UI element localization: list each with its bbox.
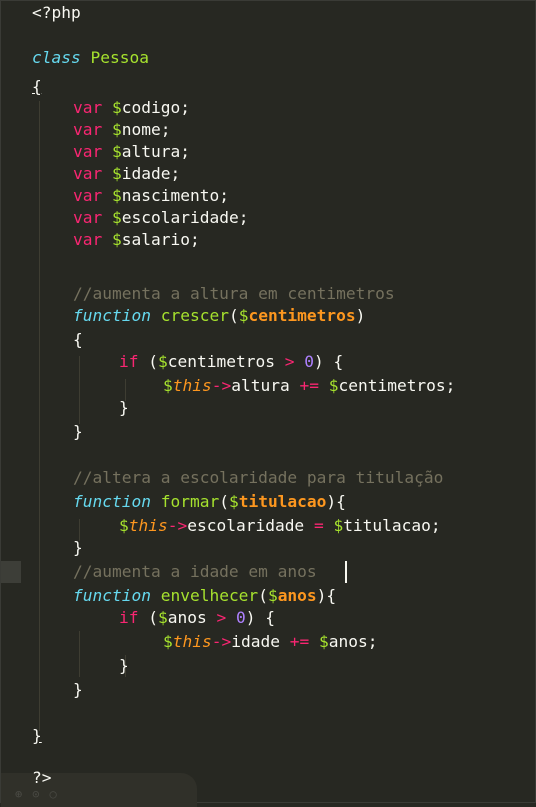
php-open-tag: <?php bbox=[32, 3, 81, 22]
assignment-line: $this->idade += $anos; bbox=[163, 632, 378, 651]
property-line: var $escolaridade; bbox=[73, 208, 249, 227]
php-close-tag: ?> bbox=[32, 768, 52, 787]
brace: } bbox=[119, 398, 129, 417]
property-line: var $nome; bbox=[73, 120, 171, 139]
settings-icon[interactable]: ⊙ bbox=[32, 787, 49, 801]
property-line: var $nascimento; bbox=[73, 186, 229, 205]
function-declaration: function crescer($centimetros) bbox=[73, 306, 366, 325]
indent-guide bbox=[79, 356, 80, 424]
assignment-line: $this->altura += $centimetros; bbox=[163, 376, 456, 395]
class-declaration: class Pessoa bbox=[32, 48, 149, 67]
if-statement: if ($anos > 0) { bbox=[119, 608, 275, 627]
status-bar-icons[interactable]: ⊕⊙○ bbox=[15, 787, 67, 801]
brace: { bbox=[73, 330, 83, 349]
brace: } bbox=[73, 422, 83, 441]
indent-guide bbox=[79, 631, 80, 677]
class-open-brace: { bbox=[32, 77, 42, 96]
brace: } bbox=[119, 656, 129, 675]
function-declaration: function envelhecer($anos){ bbox=[73, 586, 337, 605]
assignment-line: $this->escolaridade = $titulacao; bbox=[119, 516, 441, 535]
property-line: var $idade; bbox=[73, 164, 181, 183]
text-cursor bbox=[345, 561, 347, 583]
brace: } bbox=[73, 680, 83, 699]
code-editor[interactable]: <?php class Pessoa { var $codigo; var $n… bbox=[0, 0, 536, 807]
brace: } bbox=[73, 538, 83, 557]
property-line: var $codigo; bbox=[73, 98, 190, 117]
if-statement: if ($centimetros > 0) { bbox=[119, 352, 344, 371]
more-icon[interactable]: ○ bbox=[49, 787, 66, 801]
comment-line-current: //aumenta a idade em anos bbox=[73, 562, 317, 581]
property-line: var $altura; bbox=[73, 142, 190, 161]
comment-line: //altera a escolaridade para titulação bbox=[73, 468, 444, 487]
function-declaration: function formar($titulacao){ bbox=[73, 492, 346, 511]
search-icon[interactable]: ⊕ bbox=[15, 787, 32, 801]
property-line: var $salario; bbox=[73, 230, 200, 249]
comment-line: //aumenta a altura em centimetros bbox=[73, 284, 395, 303]
current-line-gutter-marker bbox=[1, 561, 21, 583]
indent-guide bbox=[39, 101, 40, 731]
class-close-brace: } bbox=[32, 726, 42, 745]
